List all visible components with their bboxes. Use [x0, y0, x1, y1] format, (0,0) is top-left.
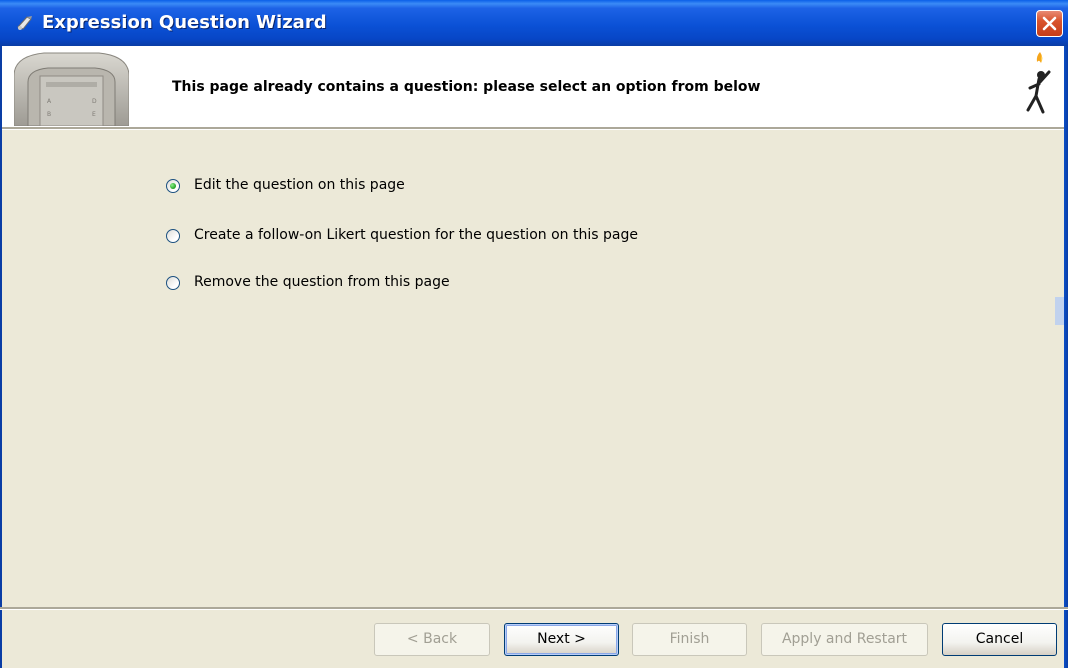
scroll-indicator[interactable]	[1055, 297, 1064, 325]
header-divider	[0, 127, 1068, 130]
header-instruction: This page already contains a question: p…	[172, 79, 761, 95]
back-button[interactable]: < Back	[374, 623, 490, 656]
finish-button[interactable]: Finish	[632, 623, 747, 656]
footer-divider	[0, 607, 1068, 610]
svg-text:E: E	[92, 111, 96, 118]
wizard-window: Expression Question Wizard A D B E This …	[0, 0, 1068, 668]
title-bar[interactable]: Expression Question Wizard	[0, 0, 1068, 46]
torch-figure-logo	[1026, 52, 1051, 114]
option-create-likert[interactable]: Create a follow-on Likert question for t…	[166, 226, 726, 248]
radio-button-selected[interactable]	[166, 179, 180, 193]
close-button[interactable]	[1036, 10, 1063, 37]
close-icon	[1042, 16, 1057, 31]
cancel-button[interactable]: Cancel	[942, 623, 1057, 656]
option-edit-question[interactable]: Edit the question on this page	[166, 176, 726, 198]
next-button[interactable]: Next >	[504, 623, 619, 656]
option-label[interactable]: Remove the question from this page	[194, 274, 450, 290]
window-frame-right	[1064, 46, 1068, 668]
svg-text:B: B	[47, 111, 51, 118]
radio-button[interactable]	[166, 229, 180, 243]
window-title: Expression Question Wizard	[42, 12, 327, 33]
option-remove-question[interactable]: Remove the question from this page	[166, 273, 726, 295]
radio-button[interactable]	[166, 276, 180, 290]
window-frame-left	[0, 46, 2, 668]
svg-text:D: D	[92, 98, 97, 105]
option-label[interactable]: Edit the question on this page	[194, 177, 405, 193]
apply-and-restart-button[interactable]: Apply and Restart	[761, 623, 928, 656]
app-icon	[17, 16, 32, 30]
handset-device-image: A D B E	[14, 52, 129, 126]
radio-selected-dot	[170, 183, 176, 189]
option-label[interactable]: Create a follow-on Likert question for t…	[194, 227, 638, 243]
